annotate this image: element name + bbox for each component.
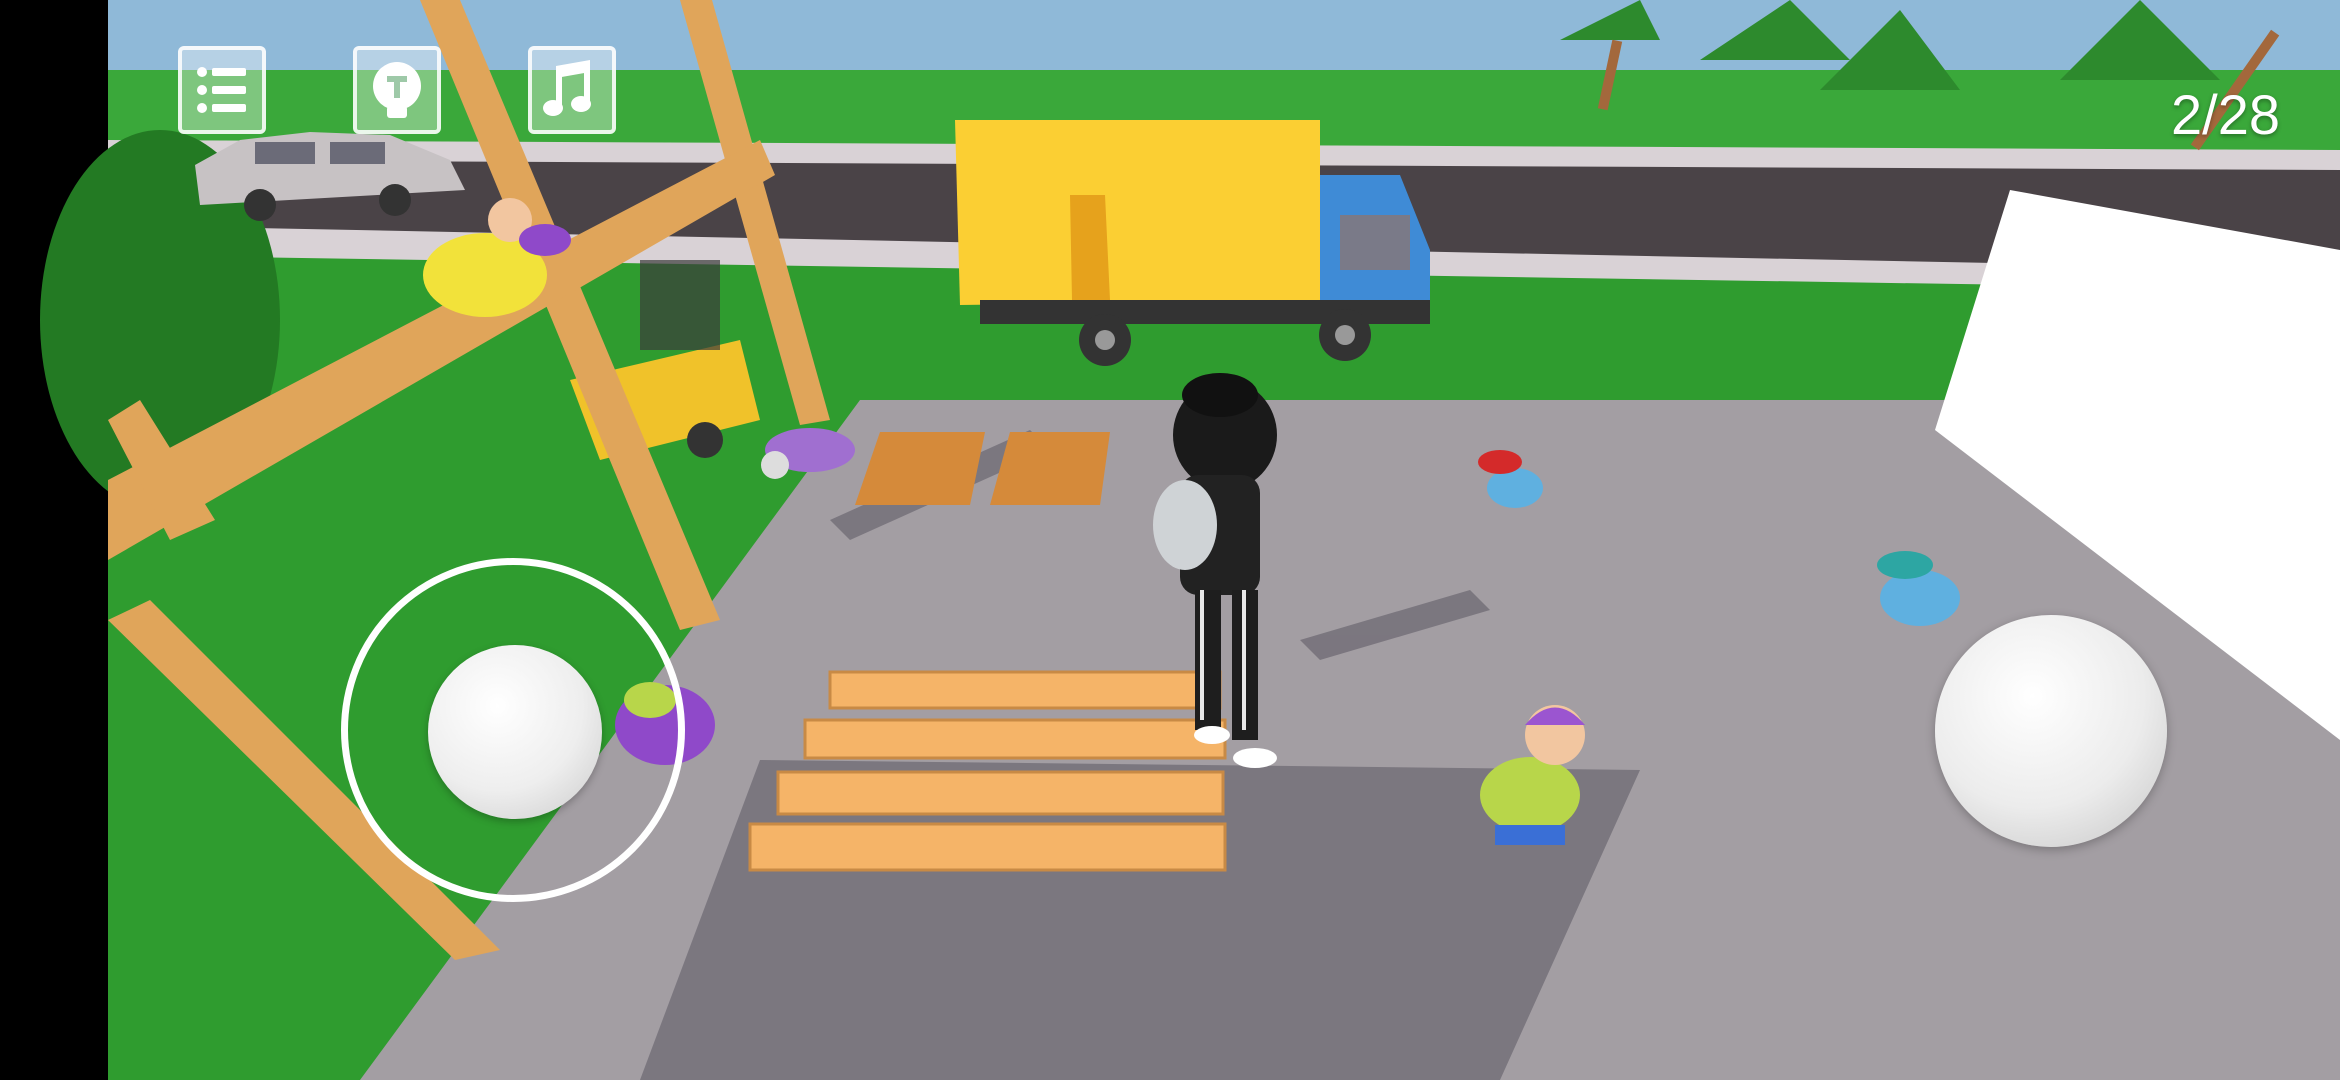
joystick-knob[interactable] bbox=[428, 645, 602, 819]
game-scene bbox=[0, 0, 2340, 1080]
hint-button[interactable] bbox=[353, 46, 441, 134]
action-button[interactable] bbox=[1935, 615, 2167, 847]
left-letterbox bbox=[0, 0, 108, 1080]
level-counter: 2/28 bbox=[2171, 83, 2280, 146]
lightbulb-hint-icon bbox=[373, 62, 421, 118]
music-note-icon bbox=[543, 60, 591, 116]
levels-menu-button[interactable] bbox=[178, 46, 266, 134]
list-icon bbox=[197, 67, 246, 113]
music-toggle-button[interactable] bbox=[528, 46, 616, 134]
